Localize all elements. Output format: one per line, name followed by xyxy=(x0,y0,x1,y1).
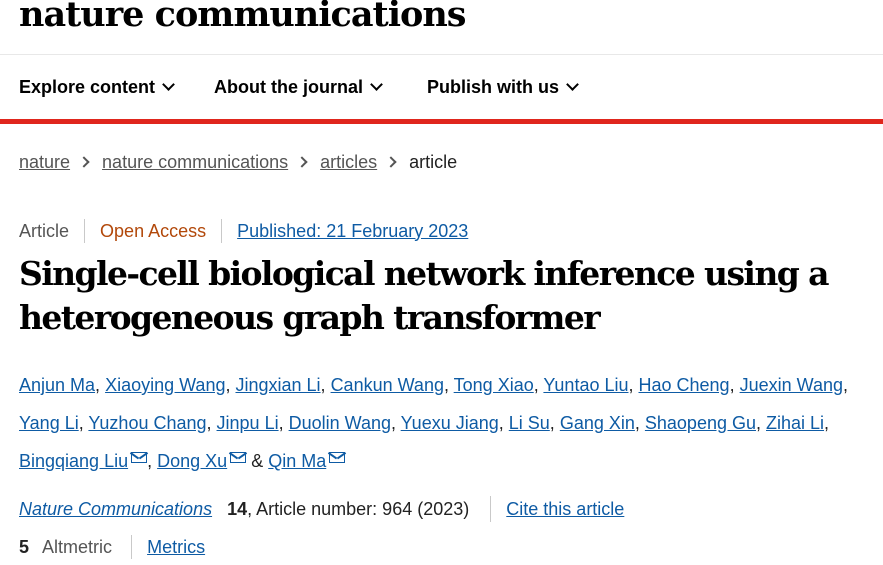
nav-explore-content[interactable]: Explore content xyxy=(19,77,175,98)
author-link[interactable]: Bingqiang Liu xyxy=(19,451,128,471)
author-link[interactable]: Hao Cheng xyxy=(639,375,730,395)
chevron-right-icon xyxy=(296,156,308,168)
email-icon[interactable] xyxy=(131,452,148,463)
volume-number: 14 xyxy=(227,498,248,519)
divider xyxy=(84,219,86,243)
brand-bar: nature communications xyxy=(0,0,883,55)
nav-label: Explore content xyxy=(19,77,156,97)
metrics-link[interactable]: Metrics xyxy=(147,537,205,558)
author-link[interactable]: Yuzhou Chang xyxy=(88,413,206,433)
breadcrumb: nature nature communications articles artic… xyxy=(19,152,457,173)
author-link[interactable]: Anjun Ma xyxy=(19,375,95,395)
citation-line: Nature Communications 14, Article number… xyxy=(19,496,624,522)
email-icon[interactable] xyxy=(230,452,247,463)
accent-divider xyxy=(0,119,883,124)
author-link[interactable]: Qin Ma xyxy=(268,451,326,471)
breadcrumb-nature[interactable]: nature xyxy=(19,152,70,172)
author-link[interactable]: Jingxian Li xyxy=(235,375,320,395)
nav-publish-with-us[interactable]: Publish with us xyxy=(427,77,579,98)
divider xyxy=(221,219,223,243)
author-link[interactable]: Shaopeng Gu xyxy=(645,413,756,433)
divider xyxy=(490,496,492,522)
author-link[interactable]: Li Su xyxy=(509,413,550,433)
author-link[interactable]: Juexin Wang xyxy=(740,375,843,395)
author-link[interactable]: Jinpu Li xyxy=(217,413,279,433)
chevron-down-icon xyxy=(162,78,175,91)
breadcrumb-current: article xyxy=(409,152,458,172)
nav-about-journal[interactable]: About the journal xyxy=(214,77,383,98)
nav-label: About the journal xyxy=(214,77,363,97)
altmetric-label: Altmetric xyxy=(42,536,113,557)
published-date-link[interactable]: Published: 21 February 2023 xyxy=(237,221,468,242)
author-link[interactable]: Tong Xiao xyxy=(454,375,534,395)
author-link[interactable]: Duolin Wang xyxy=(289,413,391,433)
altmetric-score: 5 xyxy=(19,536,30,557)
nav-label: Publish with us xyxy=(427,77,560,97)
chevron-right-icon xyxy=(78,156,90,168)
article-number: , Article number: 964 (2023) xyxy=(247,498,470,519)
breadcrumb-nature-communications[interactable]: nature communications xyxy=(102,152,288,172)
breadcrumb-articles[interactable]: articles xyxy=(320,152,377,172)
article-page: nature communications Explore content Ab… xyxy=(0,0,883,565)
chevron-down-icon xyxy=(566,78,579,91)
author-link[interactable]: Cankun Wang xyxy=(331,375,444,395)
author-link[interactable]: Zihai Li xyxy=(766,413,824,433)
author-link[interactable]: Yuexu Jiang xyxy=(401,413,499,433)
open-access-badge: Open Access xyxy=(100,220,207,241)
author-link[interactable]: Yuntao Liu xyxy=(543,375,628,395)
journal-logo[interactable]: nature communications xyxy=(19,0,466,35)
divider xyxy=(131,535,133,559)
journal-name-link[interactable]: Nature Communications xyxy=(19,499,212,520)
author-ampersand: & xyxy=(251,451,264,471)
author-link[interactable]: Gang Xin xyxy=(560,413,635,433)
chevron-right-icon xyxy=(385,156,397,168)
chevron-down-icon xyxy=(370,78,383,91)
article-meta: Article Open Access Published: 21 Februa… xyxy=(19,219,468,243)
author-link[interactable]: Dong Xu xyxy=(157,451,227,471)
main-nav: Explore content About the journal Publis… xyxy=(0,55,883,119)
author-link[interactable]: Yang Li xyxy=(19,413,79,433)
cite-this-article-link[interactable]: Cite this article xyxy=(506,499,624,520)
metrics-line: 5 Altmetric Metrics xyxy=(19,535,205,559)
email-icon[interactable] xyxy=(329,452,346,463)
article-title: Single-cell biological network inference… xyxy=(19,254,830,337)
article-type: Article xyxy=(19,220,70,241)
author-link[interactable]: Xiaoying Wang xyxy=(105,375,225,395)
author-list: Anjun Ma, Xiaoying Wang, Jingxian Li, Ca… xyxy=(19,375,848,471)
